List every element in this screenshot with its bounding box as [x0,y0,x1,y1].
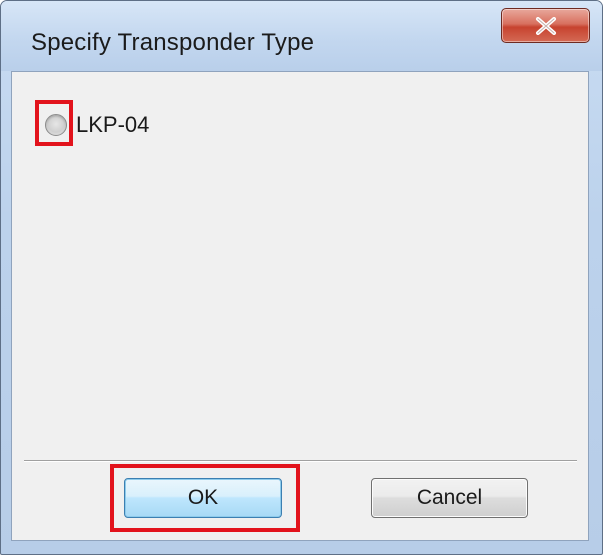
button-divider [24,460,577,462]
close-x-icon [535,16,556,35]
dialog-title: Specify Transponder Type [31,29,315,56]
ok-highlight-box [110,464,300,532]
title-bar[interactable]: Specify Transponder Type [1,1,602,71]
dialog-client-area [11,71,589,541]
radio-highlight-box [35,100,73,146]
cancel-button[interactable]: Cancel [371,478,528,518]
close-button[interactable] [501,8,590,43]
dialog-window: Specify Transponder Type [0,0,603,555]
radio-label-lkp-04[interactable]: LKP-04 [76,113,149,137]
